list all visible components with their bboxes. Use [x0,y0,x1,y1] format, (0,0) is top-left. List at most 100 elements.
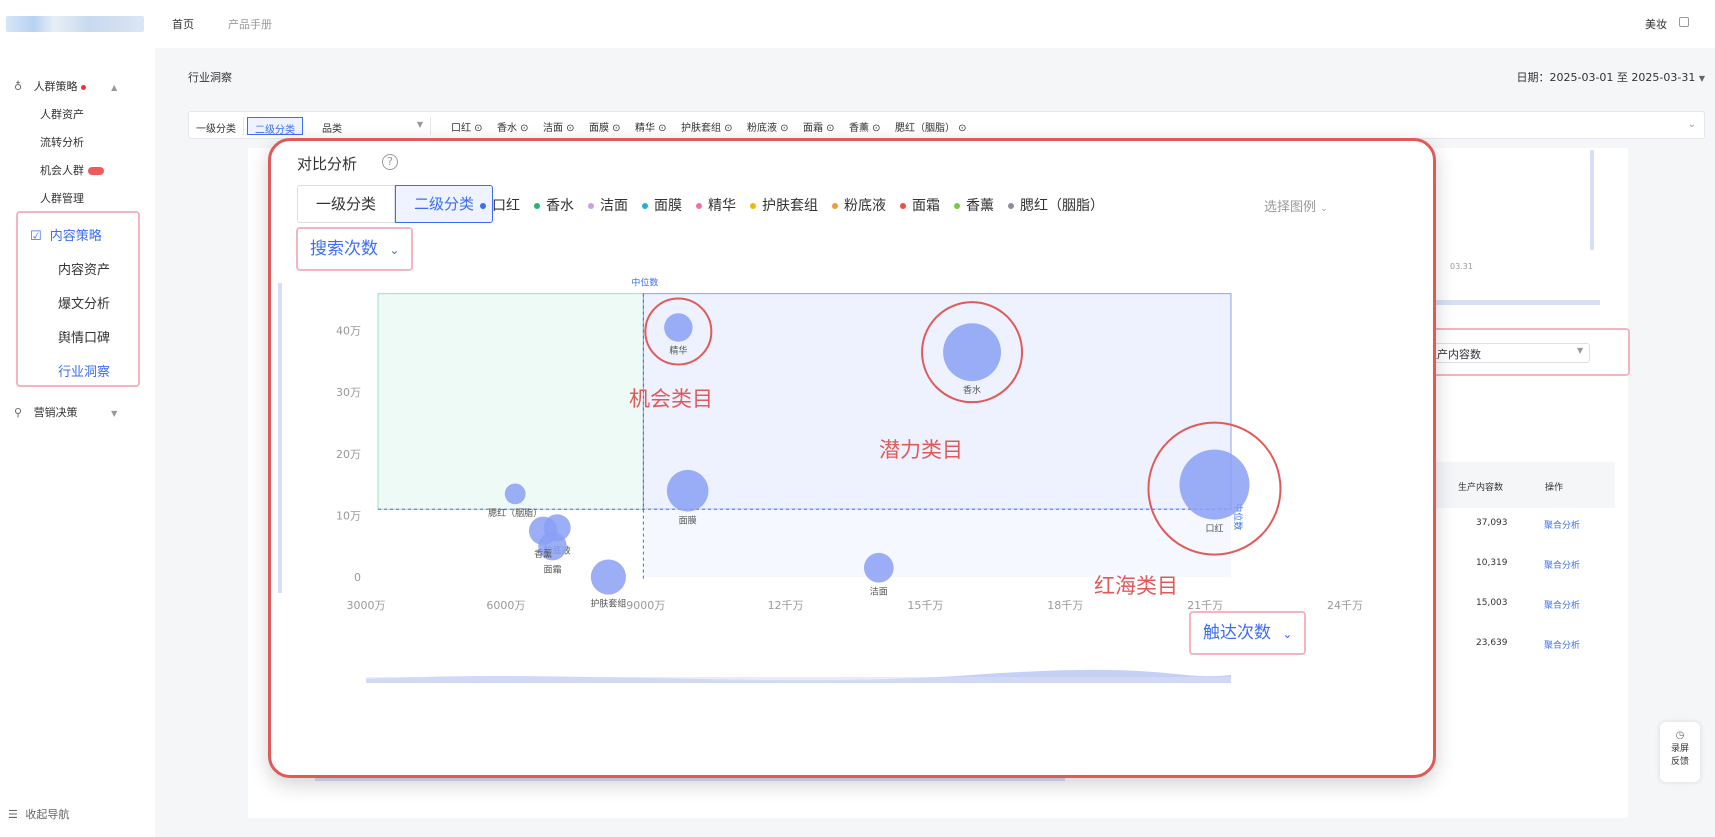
quadrant-opportunity [377,293,644,510]
filter-tag[interactable]: 口红 ⊙ [451,119,483,134]
tab-level1[interactable]: 一级分类 [189,117,244,135]
aggregate-analysis-link[interactable]: 聚合分析 [1544,518,1580,531]
top-bar: 首页 产品手册 美妆 [0,0,1715,48]
user-menu[interactable]: 美妆 [1645,16,1667,32]
collapse-nav-label: 收起导航 [25,808,70,821]
sidebar-group-content-label: 内容策略 [49,229,102,244]
y-tick-label: 20万 [336,448,361,461]
x-tick-label: 3000万 [347,599,386,612]
sidebar-item-industry-insight[interactable]: 行业洞察 [58,361,110,380]
legend-label: 精华 [708,198,736,214]
notification-dot [80,84,86,90]
bg-table-cell: 10,319 [1476,558,1508,568]
window-icon[interactable] [1679,17,1689,27]
bubble-label: 口红 [1205,523,1223,535]
chevron-up-icon: ▲ [111,83,118,92]
sidebar-item-content-assets[interactable]: 内容资产 [58,259,110,278]
bg-scrollbar[interactable] [1590,150,1594,250]
bubble-point [863,552,894,583]
bubble-point [943,323,1001,382]
sidebar-item-opportunity-crowd[interactable]: 机会人群 [40,162,104,178]
content-strategy-menu: ☑ 内容策略 内容资产 爆文分析 舆情口碑 行业洞察 [16,211,140,387]
x-tick-label: 24千万 [1327,599,1363,612]
bubble-chart: 中位数中位数010万20万30万40万3000万 6000万 9000万 12千万 15… [278,277,1363,683]
legend-item[interactable]: 粉底液 [832,195,886,215]
legend-label: 粉底液 [844,198,886,214]
legend-dot-icon [588,203,594,209]
y-metric-select[interactable]: 搜索次数 ⌄ [296,227,414,271]
bg-table-cell: 23,639 [1476,638,1508,648]
filter-tag[interactable]: 精华 ⊙ [635,119,667,134]
marketing-icon: ⚲ [14,406,23,419]
bg-x-tick: 03.31 [1450,262,1473,271]
legend-dot-icon [900,203,906,209]
legend-dot-icon [750,203,756,209]
legend-item[interactable]: 护肤套组 [750,195,818,215]
chevron-down-icon: ▼ [1577,346,1584,355]
legend-dot-icon [534,203,540,209]
feedback-label-2: 反馈 [1670,757,1689,767]
date-range-text: 日期：2025-03-01 至 2025-03-31 [1516,71,1696,84]
content-icon: ☑ [30,229,42,244]
category-select[interactable]: 品类 ▼ [315,117,431,135]
comparison-analysis-panel: 对比分析 ? 一级分类 二级分类 选择图例 ⌄ 中位数 中位数 0 10万 20万 30万… [268,138,1436,778]
category-select-label: 品类 [322,124,342,135]
sidebar-item-flow-analysis[interactable]: 流转分析 [40,134,84,150]
sidebar-group-content[interactable]: ☑ 内容策略 [30,225,102,244]
page-title: 行业洞察 [188,71,232,84]
feedback-button[interactable]: ◷ 录屏 反馈 [1660,722,1700,782]
aggregate-analysis-link[interactable]: 聚合分析 [1544,638,1580,651]
quadrant-potential [642,293,1232,510]
sidebar-group-crowd[interactable]: ♁ 人群策略 ▲ [14,78,117,94]
chevron-down-icon[interactable]: ⌄ [1688,119,1696,130]
bg-scrollbar-horizontal[interactable] [1430,300,1600,305]
x-zoom-slider [366,677,1231,683]
sidebar-item-sentiment[interactable]: 舆情口碑 [58,327,110,346]
sidebar-item-crowd-assets[interactable]: 人群资产 [40,106,84,122]
legend-dot-icon [954,203,960,209]
filter-tag[interactable]: 面霜 ⊙ [803,119,835,134]
legend-item[interactable]: 腮红（胭脂） [1008,195,1104,215]
filter-tag[interactable]: 护肤套组 ⊙ [681,119,733,134]
chevron-down-icon: ⌄ [1282,627,1293,641]
nav-product-manual[interactable]: 产品手册 [228,16,272,32]
legend-item[interactable]: 香薰 [954,195,994,215]
legend-dot-icon [696,203,702,209]
legend-item[interactable]: 口红 [480,195,520,215]
legend-item[interactable]: 面膜 [642,195,682,215]
legend-item[interactable]: 面霜 [900,195,940,215]
filter-tag[interactable]: 洁面 ⊙ [543,119,575,134]
aggregate-analysis-link[interactable]: 聚合分析 [1544,558,1580,571]
bubble-point [664,313,693,342]
sidebar-item-crowd-management[interactable]: 人群管理 [40,190,84,206]
x-metric-select[interactable]: 触达次数 ⌄ [1189,611,1307,655]
y-tick-label: 10万 [336,509,361,522]
x-tick-label: 15千万 [907,599,943,612]
filter-tag[interactable]: 腮红（胭脂） ⊙ [895,119,967,134]
median-label-x: 中位数 [631,277,658,289]
collapse-icon: ☰ [8,808,18,821]
filter-tag[interactable]: 面膜 ⊙ [589,119,621,134]
quadrant-label: 潜力类目 [879,438,963,462]
brand-logo[interactable] [6,16,144,32]
filter-tag[interactable]: 粉底液 ⊙ [747,119,789,134]
legend-label: 香薰 [966,198,994,214]
crowd-icon: ♁ [14,80,23,93]
legend-label: 面霜 [912,198,940,214]
tab-level2[interactable]: 二级分类 [247,117,303,136]
filter-tag[interactable]: 香薰 ⊙ [849,119,881,134]
date-range-picker[interactable]: 日期：2025-03-01 至 2025-03-31 ▼ [1516,69,1705,85]
legend-item[interactable]: 香水 [534,195,574,215]
bubble-label: 面膜 [679,516,697,527]
quadrant-label: 机会类目 [629,387,713,411]
legend-item[interactable]: 洁面 [588,195,628,215]
filter-tag[interactable]: 香水 ⊙ [497,119,529,134]
aggregate-analysis-link[interactable]: 聚合分析 [1544,598,1580,611]
sidebar-item-viral-analysis[interactable]: 爆文分析 [58,293,110,312]
collapse-nav-button[interactable]: ☰ 收起导航 [8,806,69,822]
legend-item[interactable]: 精华 [696,195,736,215]
nav-home[interactable]: 首页 [172,16,194,32]
sidebar-group-marketing[interactable]: ⚲ 营销决策 ▼ [14,404,117,420]
chevron-down-icon: ⌄ [389,243,400,257]
bubble-label: 面霜 [543,564,561,575]
